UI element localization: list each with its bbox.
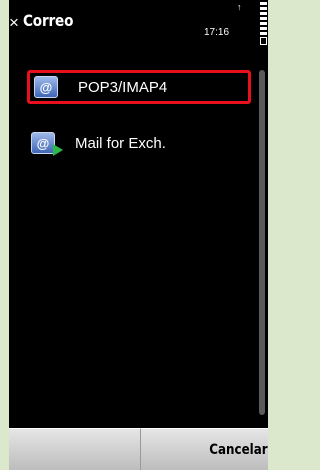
cancel-button[interactable]: Cancelar — [141, 428, 268, 470]
clock: 17:16 — [204, 27, 230, 38]
list-item-pop3-imap4[interactable]: @ POP3/IMAP4 — [27, 70, 251, 104]
battery-icon — [260, 2, 268, 46]
scrollbar[interactable] — [259, 70, 265, 415]
left-softkey[interactable] — [9, 428, 141, 470]
list-item-label: Mail for Exch. — [75, 134, 166, 152]
signal-icon: ↑ — [237, 2, 242, 12]
softkey-bar: Cancelar — [9, 428, 268, 470]
page-title: Correo — [23, 11, 74, 30]
mail-for-exchange-icon: @ — [31, 132, 63, 156]
at-mailbox-icon: @ — [34, 76, 58, 98]
title-bar: × Correo ↑ 17:16 — [9, 0, 268, 46]
list-item-mail-for-exchange[interactable]: @ Mail for Exch. — [27, 126, 251, 160]
list-item-label: POP3/IMAP4 — [78, 78, 168, 96]
cancel-button-label: Cancelar — [209, 441, 268, 458]
close-icon[interactable]: × — [9, 13, 19, 33]
phone-screen: × Correo ↑ 17:16 @ POP3/IMAP4 @ Mail for… — [9, 0, 268, 470]
